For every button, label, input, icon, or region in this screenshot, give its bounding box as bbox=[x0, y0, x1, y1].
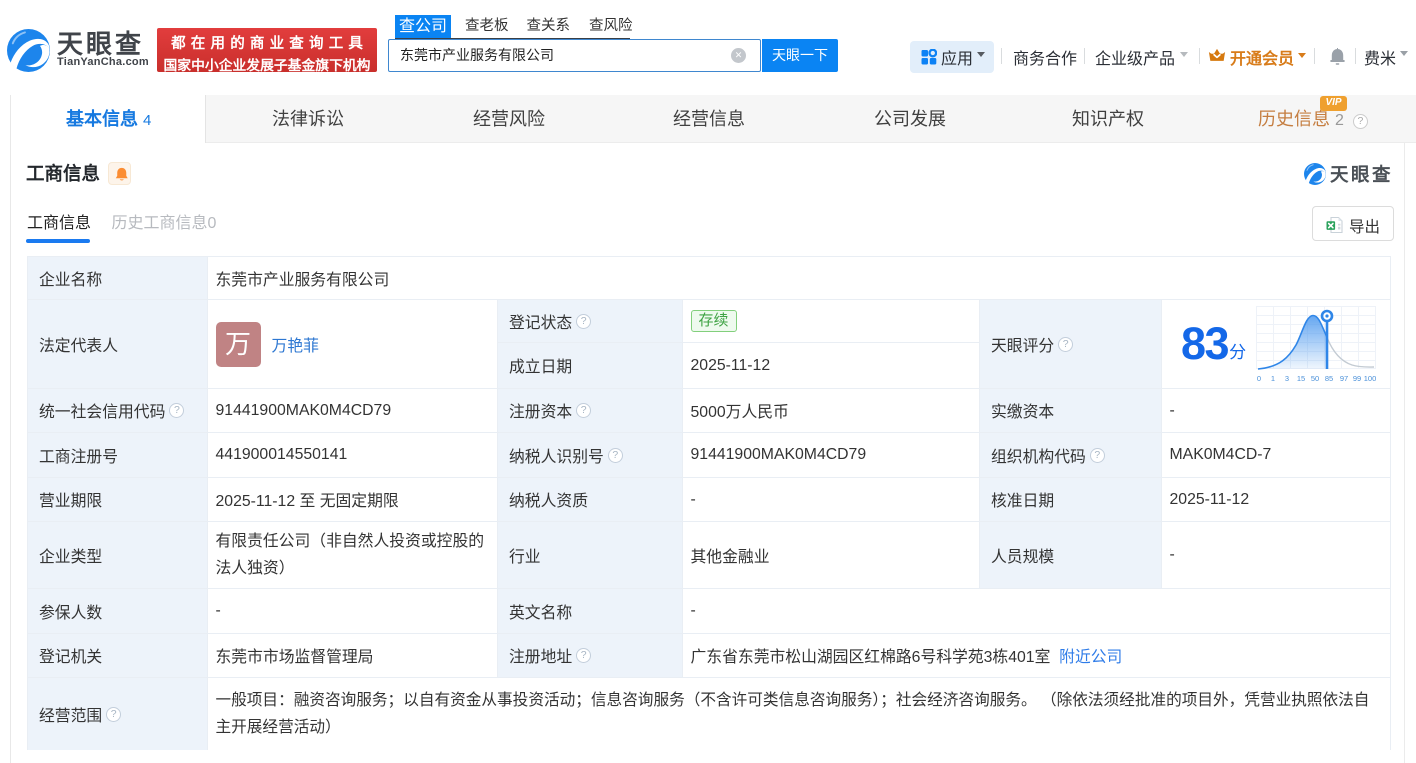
svg-text:85: 85 bbox=[1325, 374, 1333, 382]
svg-text:97: 97 bbox=[1340, 374, 1348, 382]
svg-text:0: 0 bbox=[1257, 374, 1261, 382]
svg-text:1: 1 bbox=[1271, 374, 1275, 382]
svg-text:3: 3 bbox=[1285, 374, 1289, 382]
svg-text:99: 99 bbox=[1353, 374, 1361, 382]
svg-text:15: 15 bbox=[1297, 374, 1305, 382]
svg-text:50: 50 bbox=[1311, 374, 1319, 382]
svg-text:100: 100 bbox=[1364, 374, 1377, 382]
